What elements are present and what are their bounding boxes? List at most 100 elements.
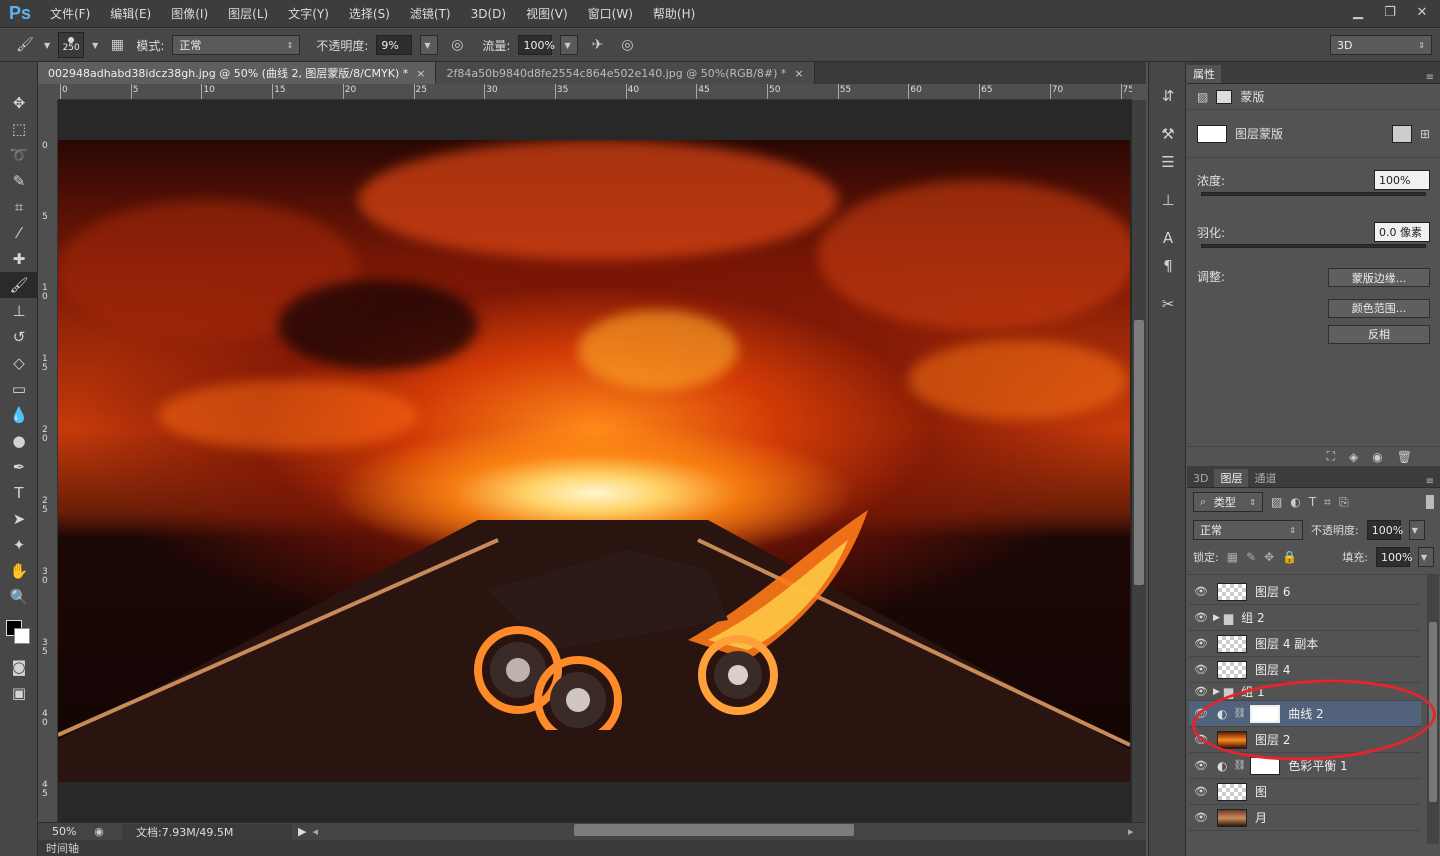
pixel-mask-icon[interactable]: ▨	[1197, 90, 1208, 104]
hand-tool-icon[interactable]: ✋	[0, 558, 38, 584]
info-icon[interactable]: ◉	[88, 825, 110, 838]
horizontal-scrollbar-thumb[interactable]	[574, 824, 854, 836]
tab-document-2[interactable]: 2f84a50b9840d8fe2554c864e502e140.jpg @ 5…	[436, 62, 815, 84]
lock-transparent-icon[interactable]: ▦	[1227, 550, 1238, 564]
airbrush-icon[interactable]: ✈	[586, 34, 608, 56]
layer-row[interactable]: 👁 图	[1189, 779, 1421, 805]
layer-opacity-dropdown[interactable]: ▼	[1408, 520, 1425, 540]
scroll-left-icon[interactable]: ◂	[312, 825, 318, 838]
eye-icon[interactable]: 👁	[1189, 811, 1213, 824]
tool-presets-icon[interactable]: ⚒	[1149, 120, 1187, 148]
menu-view[interactable]: 视图(V)	[516, 5, 578, 22]
marquee-tool-icon[interactable]: ⬚	[0, 116, 38, 142]
opacity-input[interactable]: 9%	[376, 35, 413, 55]
lock-all-icon[interactable]: 🔒	[1282, 550, 1297, 564]
expand-arrow-icon[interactable]: ▶	[1213, 613, 1220, 623]
panel-menu-icon[interactable]: ≡	[1426, 72, 1440, 83]
visibility-icon[interactable]: ◉	[1372, 450, 1382, 464]
add-vector-mask-icon[interactable]: ⊞	[1420, 127, 1430, 141]
healing-tool-icon[interactable]: ✚	[0, 246, 38, 272]
paragraph-icon[interactable]: ¶	[1149, 252, 1187, 280]
mask-edge-button[interactable]: 蒙版边缘...	[1328, 268, 1430, 287]
expand-arrow-icon[interactable]: ▶	[1213, 687, 1220, 697]
filter-toggle[interactable]	[1426, 495, 1434, 509]
brush-preset-dropdown-icon[interactable]: ▼	[44, 41, 50, 50]
tab-layers[interactable]: 图层	[1214, 469, 1249, 487]
layer-comps-icon[interactable]: ⊥	[1149, 186, 1187, 214]
filter-type-icon[interactable]: T	[1309, 495, 1316, 509]
layer-row[interactable]: 👁 图层 4 副本	[1189, 631, 1421, 657]
zoom-level[interactable]: 50%	[38, 825, 88, 838]
canvas-area[interactable]	[58, 100, 1132, 822]
menu-select[interactable]: 选择(S)	[339, 5, 400, 22]
pressure-opacity-icon[interactable]: ◎	[446, 34, 468, 56]
chevron-down-icon[interactable]: ▼	[92, 41, 98, 50]
vertical-scrollbar-thumb[interactable]	[1134, 320, 1144, 585]
history-brush-tool-icon[interactable]: ↺	[0, 324, 38, 350]
brush-tool-icon[interactable]: 🖌	[14, 34, 36, 56]
apply-mask-icon[interactable]: ◈	[1349, 450, 1358, 464]
close-icon[interactable]: ×	[794, 67, 803, 80]
trash-icon[interactable]: 🗑	[1397, 450, 1412, 464]
layer-mask-icon[interactable]	[1216, 89, 1233, 104]
load-selection-icon[interactable]: ⛶	[1327, 449, 1335, 464]
blend-mode-dropdown[interactable]: 正常 ⇕	[1193, 520, 1303, 540]
menu-window[interactable]: 窗口(W)	[578, 5, 643, 22]
tab-channels[interactable]: 通道	[1248, 469, 1282, 487]
color-swatches[interactable]	[0, 610, 37, 654]
menu-edit[interactable]: 编辑(E)	[100, 5, 161, 22]
lock-pixels-icon[interactable]: ✎	[1246, 550, 1256, 564]
eraser-tool-icon[interactable]: ◇	[0, 350, 38, 376]
add-pixel-mask-icon[interactable]	[1391, 124, 1412, 143]
minimize-icon[interactable]: ▁	[1344, 2, 1372, 22]
color-range-button[interactable]: 颜色范围...	[1328, 298, 1430, 318]
character-icon[interactable]: A	[1149, 224, 1187, 252]
gradient-tool-icon[interactable]: ▭	[0, 376, 38, 402]
pressure-size-icon[interactable]: ◎	[616, 34, 638, 56]
eye-icon[interactable]: 👁	[1189, 611, 1213, 624]
type-tool-icon[interactable]: T	[0, 480, 38, 506]
eyedropper-tool-icon[interactable]: ⁄	[0, 220, 38, 246]
layer-row[interactable]: 👁 图层 6	[1189, 579, 1421, 605]
blur-tool-icon[interactable]: 💧	[0, 402, 38, 428]
background-color[interactable]	[14, 628, 30, 644]
dodge-tool-icon[interactable]: ●	[0, 428, 38, 454]
mode-dropdown[interactable]: 正常 ⇕	[172, 35, 301, 55]
scroll-right-icon[interactable]: ▸	[1128, 825, 1134, 838]
feather-input[interactable]: 0.0 像素	[1374, 222, 1430, 242]
invert-button[interactable]: 反相	[1328, 324, 1430, 344]
density-input[interactable]: 100%	[1374, 170, 1430, 190]
fill-input[interactable]: 100%	[1376, 547, 1412, 567]
eye-icon[interactable]: 👁	[1189, 785, 1213, 798]
opacity-dropdown[interactable]: ▼	[420, 35, 439, 55]
close-icon[interactable]: ✕	[1408, 2, 1436, 22]
menu-type[interactable]: 文字(Y)	[278, 5, 339, 22]
tools-icon[interactable]: ✂	[1149, 290, 1187, 318]
tab-properties[interactable]: 属性	[1187, 65, 1221, 83]
menu-layer[interactable]: 图层(L)	[218, 5, 278, 22]
restore-icon[interactable]: ❐	[1376, 2, 1404, 22]
canvas-image[interactable]	[58, 140, 1130, 782]
layer-group-row[interactable]: 👁 ▶ ▆ 组 2	[1189, 605, 1421, 631]
quick-mask-icon[interactable]: ◙	[0, 654, 38, 680]
eye-icon[interactable]: 👁	[1189, 685, 1213, 698]
crop-tool-icon[interactable]: ⌗	[0, 194, 38, 220]
quick-select-tool-icon[interactable]: ✎	[0, 168, 38, 194]
tab-3d[interactable]: 3D	[1187, 469, 1214, 487]
filter-pixel-icon[interactable]: ▨	[1271, 495, 1282, 509]
menu-filter[interactable]: 滤镜(T)	[400, 5, 461, 22]
layer-opacity-input[interactable]: 100%	[1366, 520, 1403, 540]
lasso-tool-icon[interactable]: ➰	[0, 142, 38, 168]
flow-dropdown[interactable]: ▼	[560, 35, 579, 55]
eye-icon[interactable]: 👁	[1189, 637, 1213, 650]
lock-position-icon[interactable]: ✥	[1264, 550, 1274, 564]
layer-row[interactable]: 👁 图层 4	[1189, 657, 1421, 683]
eye-icon[interactable]: 👁	[1189, 585, 1213, 598]
brush-size-picker[interactable]: 250	[58, 32, 85, 58]
layer-row[interactable]: 👁 月	[1189, 805, 1421, 831]
adjustments-icon[interactable]: ☰	[1149, 148, 1187, 176]
tab-document-1[interactable]: 002948adhabd38idcz38gh.jpg @ 50% (曲线 2, …	[38, 62, 437, 84]
stamp-tool-icon[interactable]: ⊥	[0, 298, 38, 324]
timeline-label[interactable]: 时间轴	[46, 840, 79, 856]
history-icon[interactable]: ⇵	[1149, 82, 1187, 110]
